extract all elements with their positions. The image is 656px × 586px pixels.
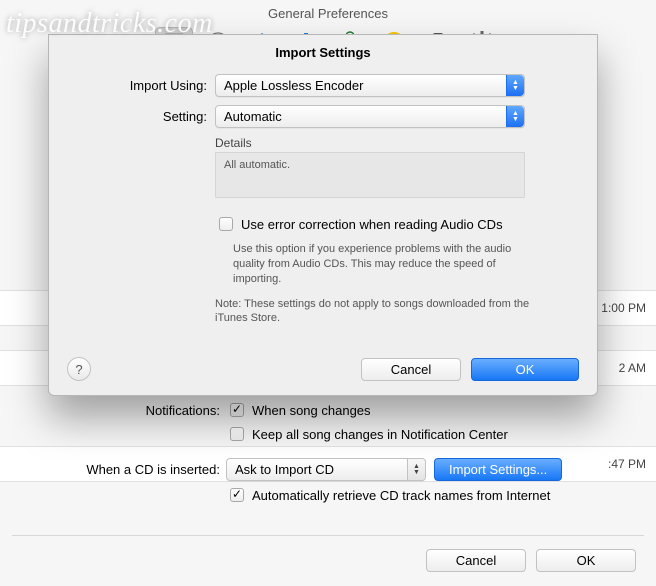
button-label: OK [516,362,535,377]
details-text: All automatic. [224,159,290,171]
import-using-label: Import Using: [75,78,215,93]
help-icon: ? [75,362,82,377]
button-label: Cancel [391,362,431,377]
notif-song-changes-checkbox[interactable] [230,403,244,417]
notif-song-changes[interactable]: When song changes [226,400,371,420]
sheet-title: Import Settings [49,35,597,74]
button-label: Cancel [456,553,496,568]
sheet-cancel-button[interactable]: Cancel [361,358,461,381]
checkbox-label: Keep all song changes in Notification Ce… [252,427,508,442]
details-box: All automatic. [215,152,525,198]
checkbox-label: When song changes [252,403,371,418]
help-button[interactable]: ? [67,357,91,381]
row-time: 1:00 PM [601,301,646,315]
prefs-lower: Notifications: When song changes Keep al… [0,400,656,509]
select-value: Apple Lossless Encoder [224,78,363,93]
notifications-label: Notifications: [20,403,226,418]
button-label: OK [577,553,596,568]
chevron-updown-icon: ▲▼ [506,106,524,127]
auto-retrieve-checkbox[interactable] [230,488,244,502]
error-correction-hint: Use this option if you experience proble… [233,242,533,287]
select-value: Ask to Import CD [235,462,334,477]
select-value: Automatic [224,109,282,124]
window-title: General Preferences [0,0,656,25]
row-time: 2 AM [619,361,646,375]
cd-inserted-label: When a CD is inserted: [20,462,226,477]
details-label: Details [215,136,571,150]
error-correction-checkbox[interactable] [219,217,233,231]
setting-label: Setting: [75,109,215,124]
checkbox-label: Automatically retrieve CD track names fr… [252,488,550,503]
import-settings-button[interactable]: Import Settings... [434,458,562,481]
chevron-updown-icon: ▲▼ [506,75,524,96]
import-using-select[interactable]: Apple Lossless Encoder ▲▼ [215,74,525,97]
import-settings-sheet: Import Settings Import Using: Apple Loss… [48,34,598,396]
chevron-updown-icon: ▲▼ [407,459,425,480]
sheet-footer: Cancel OK [361,358,579,381]
cd-action-select[interactable]: Ask to Import CD ▲▼ [226,458,426,481]
sheet-ok-button[interactable]: OK [471,358,579,381]
notif-keep-all-checkbox[interactable] [230,427,244,441]
checkbox-label: Use error correction when reading Audio … [241,217,503,232]
auto-retrieve[interactable]: Automatically retrieve CD track names fr… [226,485,550,505]
setting-select[interactable]: Automatic ▲▼ [215,105,525,128]
prefs-ok-button[interactable]: OK [536,549,636,572]
prefs-cancel-button[interactable]: Cancel [426,549,526,572]
separator [12,535,644,536]
notif-keep-all[interactable]: Keep all song changes in Notification Ce… [226,424,508,444]
itunes-note: Note: These settings do not apply to son… [215,297,535,327]
button-label: Import Settings... [449,462,547,477]
error-correction[interactable]: Use error correction when reading Audio … [215,214,503,234]
window-footer-buttons: Cancel OK [426,549,636,572]
